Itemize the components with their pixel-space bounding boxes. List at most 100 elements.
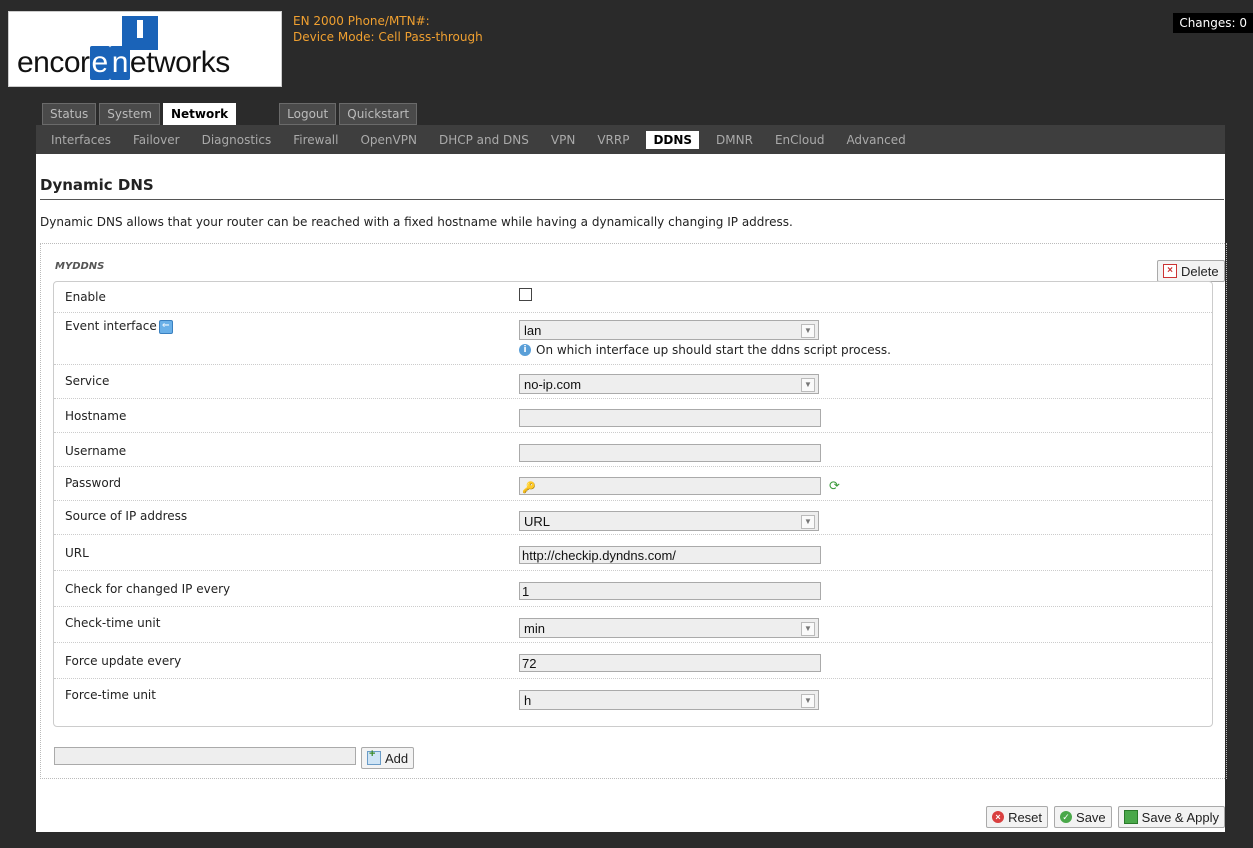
chevron-down-icon: ▼ bbox=[801, 694, 815, 708]
service-select[interactable]: no-ip.com ▼ bbox=[519, 374, 819, 394]
apply-icon bbox=[1123, 810, 1138, 824]
service-label: Service bbox=[65, 374, 110, 388]
page-description: Dynamic DNS allows that your router can … bbox=[40, 215, 793, 229]
add-icon bbox=[367, 748, 381, 765]
subtab-openvpn[interactable]: OpenVPN bbox=[349, 133, 427, 147]
tab-system[interactable]: System bbox=[99, 103, 160, 125]
event-interface-select[interactable]: lan ▼ bbox=[519, 320, 819, 340]
subtab-diagnostics[interactable]: Diagnostics bbox=[191, 133, 283, 147]
row-username: Username bbox=[54, 432, 1212, 467]
info-icon: i bbox=[519, 344, 531, 356]
force-every-label: Force update every bbox=[65, 654, 182, 668]
save-label: Save bbox=[1076, 809, 1106, 825]
hostname-label: Hostname bbox=[65, 409, 127, 423]
save-apply-button[interactable]: Save & Apply bbox=[1117, 806, 1225, 828]
force-unit-value: h bbox=[524, 693, 532, 708]
tab-status[interactable]: Status bbox=[42, 103, 97, 125]
row-url: URL http://checkip.dyndns.com/ bbox=[54, 534, 1212, 571]
row-check-every: Check for changed IP every 1 bbox=[54, 570, 1212, 607]
event-interface-hint: i On which interface up should start the … bbox=[519, 343, 891, 357]
hostname-input[interactable] bbox=[519, 409, 821, 427]
sub-navigation: Interfaces Failover Diagnostics Firewall… bbox=[36, 125, 1225, 154]
tab-spacer bbox=[239, 103, 276, 125]
logo-text: encore networks bbox=[17, 46, 230, 80]
subtab-encloud[interactable]: EnCloud bbox=[764, 133, 835, 147]
header: encore networks EN 2000 Phone/MTN#: Devic… bbox=[0, 0, 1253, 100]
fields-table: Enable Event interface ⇐ lan ▼ i On which i… bbox=[53, 281, 1213, 727]
force-unit-select[interactable]: h ▼ bbox=[519, 690, 819, 710]
force-every-input[interactable]: 72 bbox=[519, 654, 821, 672]
delete-label: Delete bbox=[1181, 263, 1219, 279]
logo-exclamation-mark bbox=[122, 16, 158, 50]
save-icon: ✓ bbox=[1060, 811, 1073, 823]
chevron-down-icon: ▼ bbox=[801, 378, 815, 392]
row-source-ip: Source of IP address URL ▼ bbox=[54, 500, 1212, 535]
subtab-dhcp-dns[interactable]: DHCP and DNS bbox=[428, 133, 540, 147]
event-interface-label: Event interface bbox=[65, 319, 157, 333]
add-section-row: Add bbox=[54, 747, 415, 769]
reset-button[interactable]: × Reset bbox=[986, 806, 1049, 828]
subtab-vpn[interactable]: VPN bbox=[540, 133, 586, 147]
tab-network[interactable]: Network bbox=[163, 103, 237, 125]
event-interface-hint-text: On which interface up should start the d… bbox=[536, 343, 891, 357]
footer-actions: × Reset ✓ Save Save & Apply bbox=[986, 806, 1225, 828]
subtab-dmnr[interactable]: DMNR bbox=[705, 133, 764, 147]
subtab-failover[interactable]: Failover bbox=[122, 133, 191, 147]
refresh-icon[interactable]: ⟳ bbox=[829, 479, 840, 494]
force-unit-label: Force-time unit bbox=[65, 688, 156, 702]
main-content: Dynamic DNS Dynamic DNS allows that your… bbox=[36, 154, 1227, 832]
add-button[interactable]: Add bbox=[361, 747, 415, 769]
event-interface-value: lan bbox=[524, 323, 542, 338]
chevron-down-icon: ▼ bbox=[801, 324, 815, 338]
tab-logout[interactable]: Logout bbox=[279, 103, 337, 125]
subtab-advanced[interactable]: Advanced bbox=[835, 133, 916, 147]
check-unit-value: min bbox=[524, 621, 545, 636]
changes-counter[interactable]: Changes: 0 bbox=[1173, 13, 1253, 33]
interface-icon: ⇐ bbox=[158, 319, 173, 334]
page-title: Dynamic DNS bbox=[40, 176, 154, 194]
username-input[interactable] bbox=[519, 444, 821, 462]
username-label: Username bbox=[65, 444, 127, 458]
new-section-name-input[interactable] bbox=[54, 747, 356, 765]
chevron-down-icon: ▼ bbox=[801, 515, 815, 529]
subtab-firewall[interactable]: Firewall bbox=[282, 133, 349, 147]
service-value: no-ip.com bbox=[524, 377, 582, 392]
device-phone-line: EN 2000 Phone/MTN#: bbox=[293, 14, 430, 28]
source-ip-label: Source of IP address bbox=[65, 509, 188, 523]
password-control: 🔑 ⟳ bbox=[519, 477, 849, 497]
row-event-interface: Event interface ⇐ lan ▼ i On which interfac… bbox=[54, 312, 1212, 365]
source-ip-value: URL bbox=[524, 514, 551, 529]
subtab-ddns[interactable]: DDNS bbox=[646, 130, 700, 149]
encore-networks-logo: encore networks bbox=[8, 11, 282, 87]
enable-checkbox[interactable] bbox=[519, 288, 532, 301]
url-input[interactable]: http://checkip.dyndns.com/ bbox=[519, 546, 821, 564]
subtab-vrrp[interactable]: VRRP bbox=[586, 133, 640, 147]
row-force-unit: Force-time unit h ▼ bbox=[54, 678, 1212, 725]
device-mode-line: Device Mode: Cell Pass-through bbox=[293, 30, 483, 44]
save-button[interactable]: ✓ Save bbox=[1054, 806, 1112, 828]
reset-label: Reset bbox=[1008, 809, 1043, 825]
enable-label: Enable bbox=[65, 290, 106, 304]
add-label: Add bbox=[385, 750, 409, 766]
password-input[interactable]: 🔑 bbox=[519, 477, 821, 495]
tab-quickstart[interactable]: Quickstart bbox=[339, 103, 418, 125]
key-icon: 🔑 bbox=[522, 482, 536, 494]
delete-button[interactable]: × Delete bbox=[1157, 260, 1225, 282]
row-check-unit: Check-time unit min ▼ bbox=[54, 606, 1212, 643]
url-label: URL bbox=[65, 546, 89, 560]
row-hostname: Hostname bbox=[54, 398, 1212, 433]
source-ip-select[interactable]: URL ▼ bbox=[519, 511, 819, 531]
check-unit-label: Check-time unit bbox=[65, 616, 161, 630]
row-password: Password 🔑 ⟳ bbox=[54, 466, 1212, 501]
row-service: Service no-ip.com ▼ bbox=[54, 364, 1212, 399]
title-divider bbox=[40, 199, 1224, 200]
password-label: Password bbox=[65, 476, 122, 490]
save-apply-label: Save & Apply bbox=[1141, 809, 1219, 825]
check-unit-select[interactable]: min ▼ bbox=[519, 618, 819, 638]
subtab-interfaces[interactable]: Interfaces bbox=[36, 133, 122, 147]
delete-icon: × bbox=[1163, 264, 1177, 278]
ddns-section-myddns: MYDDNS × Delete Enable Event interface ⇐ … bbox=[40, 243, 1227, 779]
row-enable: Enable bbox=[54, 282, 1212, 313]
check-every-label: Check for changed IP every bbox=[65, 582, 231, 596]
check-every-input[interactable]: 1 bbox=[519, 582, 821, 600]
